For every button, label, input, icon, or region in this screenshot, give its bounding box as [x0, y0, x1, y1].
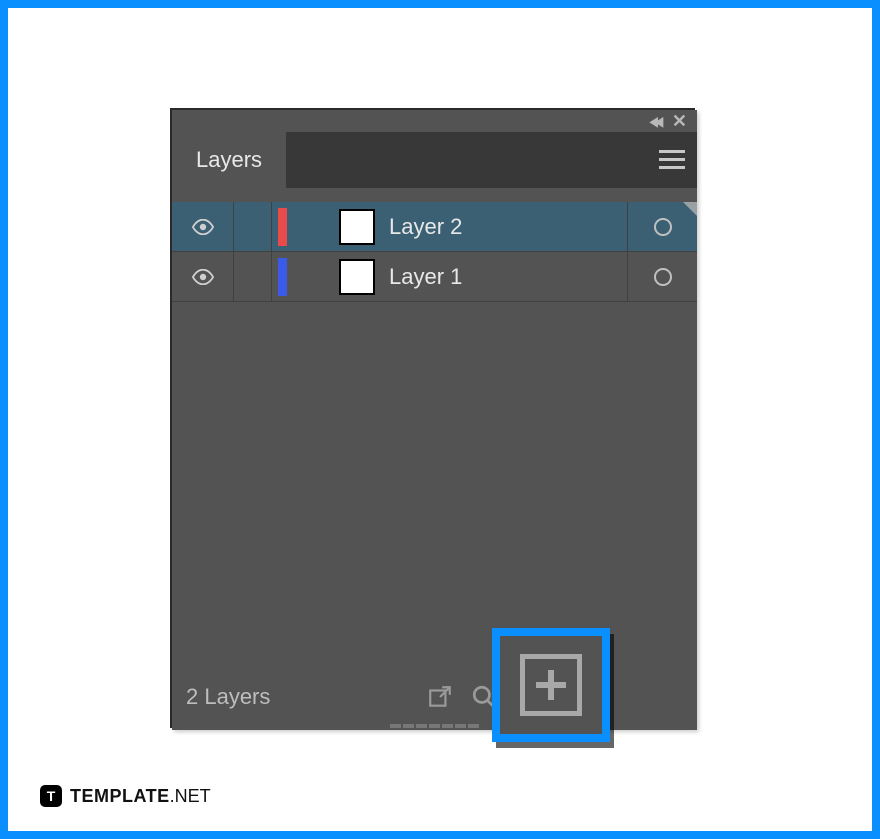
layer-row[interactable]: Layer 1: [172, 252, 697, 302]
layer-color-chip[interactable]: [278, 208, 287, 246]
tab-row: Layers: [172, 132, 697, 188]
resize-handle[interactable]: [390, 722, 480, 730]
tab-label: Layers: [196, 147, 262, 173]
new-layer-highlight: [492, 628, 610, 742]
watermark-bold: TEMPLATE: [70, 786, 170, 806]
tab-layers[interactable]: Layers: [172, 132, 286, 188]
plus-icon: [536, 670, 566, 700]
layers-list: Layer 2 Layer 1: [172, 188, 697, 302]
popout-button[interactable]: [418, 677, 462, 717]
panel-menu-button[interactable]: [647, 132, 697, 188]
target-icon: [654, 218, 672, 236]
watermark-thin: .NET: [170, 786, 211, 806]
collapse-arrows-icon[interactable]: ◀◀: [650, 113, 661, 130]
layer-name-label[interactable]: Layer 1: [389, 264, 627, 290]
close-icon[interactable]: ✕: [672, 111, 687, 132]
target-cell[interactable]: [627, 252, 697, 301]
panel-footer: 2 Layers L: [172, 674, 697, 720]
expand-toggle[interactable]: [287, 202, 333, 251]
lock-cell[interactable]: [234, 252, 272, 301]
expand-toggle[interactable]: [287, 252, 333, 301]
panel-topstrip: ◀◀ ✕: [172, 110, 697, 132]
watermark: T TEMPLATE.NET: [40, 785, 211, 807]
layer-thumbnail[interactable]: [339, 259, 375, 295]
popout-icon: [427, 684, 453, 710]
visibility-toggle[interactable]: [172, 202, 234, 251]
watermark-logo-icon: T: [40, 785, 62, 807]
layer-color-chip[interactable]: [278, 258, 287, 296]
lock-cell[interactable]: [234, 202, 272, 251]
layer-count-label: 2 Layers: [186, 684, 270, 710]
layer-name-label[interactable]: Layer 2: [389, 214, 627, 240]
eye-icon: [192, 269, 214, 285]
layer-thumbnail[interactable]: [339, 209, 375, 245]
layers-panel: ◀◀ ✕ Layers Layer 2: [172, 110, 697, 730]
layer-row[interactable]: Layer 2: [172, 202, 697, 252]
visibility-toggle[interactable]: [172, 252, 234, 301]
target-cell[interactable]: [627, 202, 697, 251]
eye-icon: [192, 219, 214, 235]
new-layer-button[interactable]: [520, 654, 582, 716]
hamburger-icon: [659, 150, 685, 170]
target-icon: [654, 268, 672, 286]
